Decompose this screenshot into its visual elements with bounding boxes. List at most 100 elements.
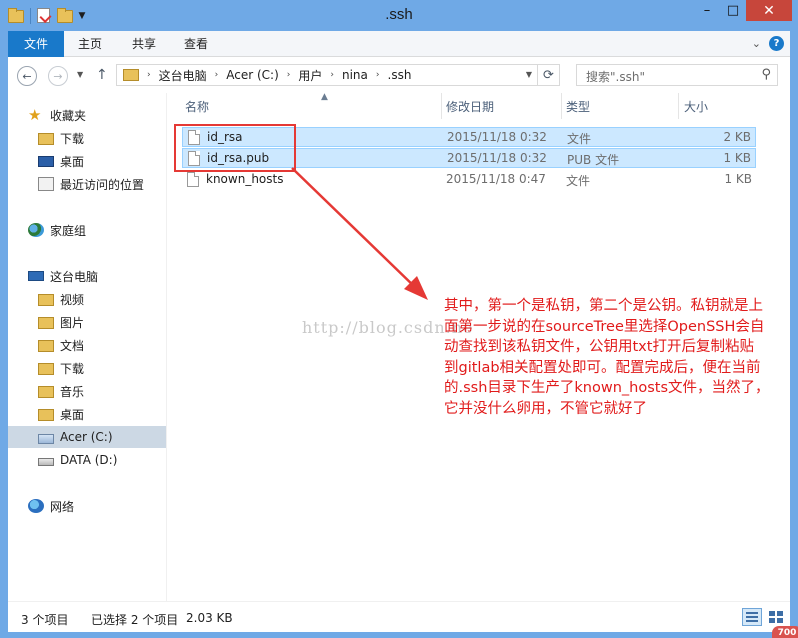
nav-label: 视频 <box>60 292 85 307</box>
item-count: 3 个项目 <box>21 613 69 627</box>
nav-label: 下载 <box>60 131 85 146</box>
nav-downloads[interactable]: 下载 <box>8 357 166 379</box>
tab-home[interactable]: 主页 <box>66 31 114 57</box>
nav-favorites[interactable]: ★ 收藏夹 <box>8 104 166 126</box>
address-bar[interactable]: › 这台电脑 › Acer (C:) › 用户 › nina › .ssh ▼ … <box>116 64 560 86</box>
file-size: 1 KB <box>724 172 752 186</box>
note-line: 到gitlab相关配置处即可。配置完成后，便在当前 <box>444 359 761 376</box>
breadcrumb-nina[interactable]: nina <box>342 68 368 82</box>
navigation-pane: ★ 收藏夹 下载 桌面 最近访问的位置 家庭组 这台电脑 视频 图片 文档 下载… <box>8 93 166 601</box>
nav-downloads-fav[interactable]: 下载 <box>8 127 166 149</box>
maximize-button[interactable]: □ <box>720 0 746 21</box>
column-label: 类型 <box>566 99 591 114</box>
help-icon[interactable]: ? <box>769 36 784 51</box>
minimize-button[interactable]: – <box>694 0 720 21</box>
forward-button[interactable]: → <box>48 66 68 86</box>
computer-icon <box>28 271 44 281</box>
recent-locations-dropdown-icon[interactable]: ▼ <box>77 70 83 79</box>
column-label: 修改日期 <box>446 99 495 114</box>
tab-view[interactable]: 查看 <box>172 31 220 57</box>
pane-splitter[interactable] <box>166 93 167 601</box>
title-bar: ▼ .ssh – □ ✕ <box>0 0 798 31</box>
chevron-right-icon[interactable]: › <box>330 70 334 80</box>
corner-badge: 700 <box>772 626 798 638</box>
annotation-highlight-box <box>174 124 296 172</box>
breadcrumb-ssh[interactable]: .ssh <box>388 68 412 82</box>
close-button[interactable]: ✕ <box>746 0 792 21</box>
nav-music[interactable]: 音乐 <box>8 380 166 402</box>
file-type: PUB 文件 <box>567 153 620 167</box>
nav-documents[interactable]: 文档 <box>8 334 166 356</box>
file-icon <box>187 172 199 187</box>
column-header-name[interactable]: 名称 ▲ <box>185 92 441 119</box>
nav-homegroup[interactable]: 家庭组 <box>8 219 166 241</box>
column-label: 名称 <box>185 99 210 114</box>
file-date: 2015/11/18 0:47 <box>446 172 546 186</box>
search-icon[interactable]: ⚲ <box>761 67 771 82</box>
column-header-size[interactable]: 大小 <box>684 93 764 119</box>
nav-drive-c[interactable]: Acer (C:) <box>8 426 166 448</box>
desktop-folder-icon <box>38 408 54 421</box>
column-divider[interactable] <box>441 93 442 119</box>
file-date: 2015/11/18 0:32 <box>447 151 547 165</box>
search-placeholder: 搜索".ssh" <box>586 70 645 84</box>
nav-label: 图片 <box>60 315 85 330</box>
chevron-right-icon[interactable]: › <box>215 70 219 80</box>
downloads-folder-icon <box>38 132 54 145</box>
file-name: known_hosts <box>206 172 284 186</box>
tab-share[interactable]: 共享 <box>120 31 168 57</box>
column-divider[interactable] <box>678 93 679 119</box>
details-view-button[interactable] <box>742 608 762 626</box>
column-divider[interactable] <box>561 93 562 119</box>
nav-drive-d[interactable]: DATA (D:) <box>8 449 166 471</box>
nav-desktop[interactable]: 桌面 <box>8 403 166 425</box>
system-drive-icon <box>38 433 54 444</box>
breadcrumb-this-pc[interactable]: 这台电脑 <box>159 67 207 84</box>
nav-label: DATA (D:) <box>60 453 118 467</box>
breadcrumb-users[interactable]: 用户 <box>298 67 322 84</box>
column-header-type[interactable]: 类型 <box>566 93 678 119</box>
up-button[interactable]: ↑ <box>96 67 108 83</box>
nav-this-pc[interactable]: 这台电脑 <box>8 265 166 287</box>
breadcrumb-acer-c[interactable]: Acer (C:) <box>226 68 279 82</box>
nav-desktop-fav[interactable]: 桌面 <box>8 150 166 172</box>
nav-label: 文档 <box>60 338 85 353</box>
column-header-date[interactable]: 修改日期 <box>446 93 562 119</box>
nav-videos[interactable]: 视频 <box>8 288 166 310</box>
nav-recent-places[interactable]: 最近访问的位置 <box>8 173 166 195</box>
file-row[interactable]: known_hosts 2015/11/18 0:47 文件 1 KB <box>182 170 756 190</box>
annotation-note: 其中，第一个是私钥，第二个是公钥。私钥就是上 面第一步说的在sourceTree… <box>444 296 796 419</box>
refresh-button[interactable]: ⟳ <box>537 65 559 85</box>
nav-pictures[interactable]: 图片 <box>8 311 166 333</box>
recent-places-icon <box>38 177 54 191</box>
nav-label: 桌面 <box>60 407 85 422</box>
nav-network[interactable]: 网络 <box>8 495 166 517</box>
nav-label: 网络 <box>50 499 75 514</box>
music-folder-icon <box>38 385 54 398</box>
search-box[interactable]: 搜索".ssh" ⚲ <box>576 64 778 86</box>
selection-count: 已选择 2 个项目 <box>91 613 179 627</box>
drive-icon <box>38 458 54 466</box>
address-dropdown-icon[interactable]: ▼ <box>526 70 532 79</box>
homegroup-icon <box>28 223 44 237</box>
chevron-right-icon[interactable]: › <box>376 70 380 80</box>
nav-label: 音乐 <box>60 384 85 399</box>
videos-folder-icon <box>38 293 54 306</box>
expand-ribbon-icon[interactable]: ⌄ <box>752 37 761 50</box>
nav-label: Acer (C:) <box>60 430 113 444</box>
back-button[interactable]: ← <box>17 66 37 86</box>
pictures-folder-icon <box>38 316 54 329</box>
large-icons-view-button[interactable] <box>766 608 786 626</box>
note-line: 面第一步说的在sourceTree里选择OpenSSH会自 <box>444 318 765 335</box>
star-icon: ★ <box>28 106 42 124</box>
column-label: 大小 <box>684 99 709 114</box>
nav-label: 下载 <box>60 361 85 376</box>
chevron-right-icon[interactable]: › <box>287 70 291 80</box>
tab-file[interactable]: 文件 <box>8 31 64 57</box>
documents-folder-icon <box>38 339 54 352</box>
nav-label: 最近访问的位置 <box>60 177 145 192</box>
chevron-right-icon[interactable]: › <box>147 70 151 80</box>
file-type: 文件 <box>567 132 592 146</box>
status-bar: 3 个项目 已选择 2 个项目 2.03 KB <box>8 601 790 632</box>
selection-size: 2.03 KB <box>186 611 233 625</box>
